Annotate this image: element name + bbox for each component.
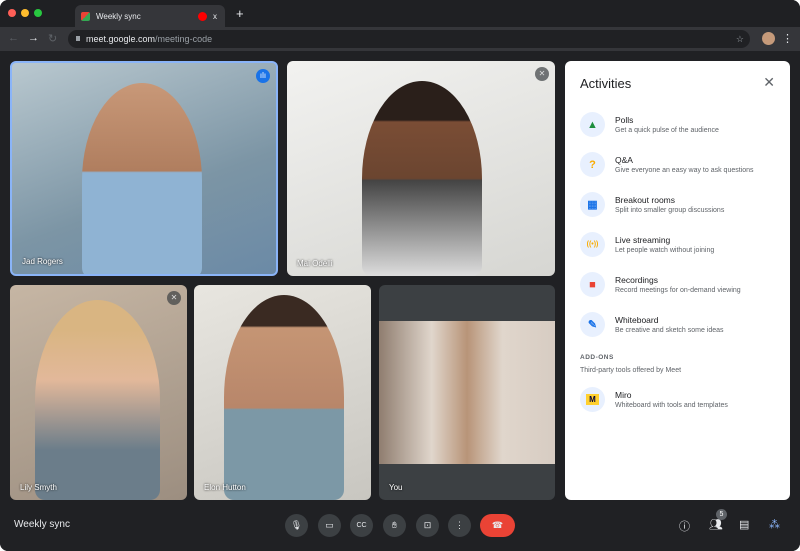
panel-title: Activities <box>580 76 632 91</box>
meeting-info-icon[interactable]: ⓘ <box>679 518 690 534</box>
profile-avatar[interactable] <box>762 32 775 45</box>
activity-item[interactable]: ■ Recordings Record meetings for on-demand… <box>580 272 741 297</box>
microphone-button[interactable]: 🎙︎ <box>285 514 308 537</box>
activity-title: Miro <box>615 390 632 400</box>
activity-title: Breakout rooms <box>615 195 675 205</box>
browser-tab[interactable]: Weekly sync x <box>75 5 225 27</box>
browser-menu-icon[interactable]: ⋮ <box>782 32 793 45</box>
leave-call-button[interactable]: ☎︎ <box>480 514 515 537</box>
video-tile[interactable]: ✕ Mai Odelli <box>287 61 555 276</box>
activity-subtitle: Split into smaller group discussions <box>615 207 725 214</box>
addons-heading: ADD-ONS <box>580 354 614 361</box>
new-tab-button[interactable]: + <box>236 6 244 21</box>
meet-logo-icon <box>81 11 90 21</box>
lock-icon <box>76 36 80 41</box>
participant-name: Jad Rogers <box>22 257 63 266</box>
maximize-window-button[interactable] <box>34 9 42 17</box>
activity-title: Polls <box>615 115 634 125</box>
reload-icon[interactable]: ↻ <box>48 32 57 45</box>
streaming-icon: ((•)) <box>580 232 605 257</box>
activity-title: Recordings <box>615 275 658 285</box>
close-tab-button[interactable]: x <box>213 12 225 21</box>
more-options-button[interactable]: ⋮ <box>448 514 471 537</box>
activities-icon[interactable]: ⁂ <box>769 518 780 531</box>
activity-subtitle: Record meetings for on-demand viewing <box>615 287 741 294</box>
activity-item[interactable]: ((•)) Live streaming Let people watch with… <box>580 232 714 257</box>
meeting-controls-bar: Weekly sync 🎙︎ ▭ CC ✋︎ ⊡ ⋮ ☎︎ ⓘ 👥︎ 5 ▤ ⁂ <box>0 500 800 551</box>
raise-hand-button[interactable]: ✋︎ <box>383 514 406 537</box>
recording-icon: ■ <box>580 272 605 297</box>
activity-title: Q&A <box>615 155 633 165</box>
activity-subtitle: Let people watch without joining <box>615 247 715 254</box>
self-video-tile[interactable]: You <box>379 285 555 500</box>
bookmark-star-icon[interactable]: ☆ <box>736 34 744 45</box>
muted-mic-icon: ✕ <box>167 291 181 305</box>
url-path: /meeting-code <box>155 34 213 44</box>
addons-subtitle: Third-party tools offered by Meet <box>580 367 682 374</box>
back-icon[interactable]: ← <box>8 32 19 44</box>
participant-video <box>362 81 482 276</box>
participant-name: Elon Hutton <box>204 483 246 492</box>
tab-title: Weekly sync <box>96 11 141 21</box>
video-tile[interactable]: ılı Jad Rogers <box>10 61 278 276</box>
video-tile[interactable]: Elon Hutton <box>194 285 371 500</box>
forward-icon[interactable]: → <box>28 32 39 44</box>
participant-name: Mai Odelli <box>297 259 333 268</box>
present-screen-button[interactable]: ⊡ <box>416 514 439 537</box>
close-window-button[interactable] <box>8 9 16 17</box>
activity-whiteboard[interactable]: ✎ Whiteboard Be creative and sketch some … <box>580 312 724 337</box>
activity-subtitle: Be creative and sketch some ideas <box>615 327 724 334</box>
participant-video <box>224 295 344 500</box>
activity-subtitle: Get a quick pulse of the audience <box>615 127 719 134</box>
self-video <box>379 321 555 464</box>
activity-title: Whiteboard <box>615 315 659 325</box>
close-panel-button[interactable]: ✕ <box>763 74 775 91</box>
activity-subtitle: Whiteboard with tools and templates <box>615 402 728 409</box>
activity-title: Live streaming <box>615 235 671 245</box>
question-icon: ? <box>580 152 605 177</box>
activity-item[interactable]: ? Q&A Give everyone an easy way to ask que… <box>580 152 754 177</box>
breakout-icon: ▦ <box>580 192 605 217</box>
minimize-window-button[interactable] <box>21 9 29 17</box>
captions-button[interactable]: CC <box>350 514 373 537</box>
addon-miro[interactable]: M Miro Whiteboard with tools and template… <box>580 387 728 412</box>
participant-name: Lily Smyth <box>20 483 57 492</box>
tab-bar: Weekly sync x + <box>0 0 800 27</box>
recording-indicator-icon <box>198 11 207 21</box>
speaking-indicator-icon: ılı <box>256 69 270 83</box>
whiteboard-icon: ✎ <box>580 312 605 337</box>
navigation-bar: ← → ↻ meet.google.com/meeting-code ☆ ⋮ <box>0 27 800 51</box>
participant-video <box>35 300 160 500</box>
activity-item[interactable]: ▦ Breakout rooms Split into smaller group … <box>580 192 724 217</box>
browser-window: Weekly sync x + ← → ↻ meet.google.com/me… <box>0 0 800 551</box>
activity-item[interactable]: ▲ Polls Get a quick pulse of the audience <box>580 112 719 137</box>
address-bar[interactable]: meet.google.com/meeting-code ☆ <box>68 30 750 48</box>
chat-icon[interactable]: ▤ <box>739 518 749 531</box>
participant-count-badge: 5 <box>716 509 727 520</box>
activities-panel: Activities ✕ ▲ Polls Get a quick pulse of … <box>565 61 790 500</box>
camera-button[interactable]: ▭ <box>318 514 341 537</box>
miro-icon: M <box>580 387 605 412</box>
url-host: meet.google.com <box>86 34 156 44</box>
activity-subtitle: Give everyone an easy way to ask questio… <box>615 167 754 174</box>
meeting-title: Weekly sync <box>14 519 70 530</box>
muted-mic-icon: ✕ <box>535 67 549 81</box>
polls-icon: ▲ <box>580 112 605 137</box>
participant-video <box>82 83 202 274</box>
video-tile[interactable]: ✕ Lily Smyth <box>10 285 187 500</box>
participant-name: You <box>389 483 403 492</box>
